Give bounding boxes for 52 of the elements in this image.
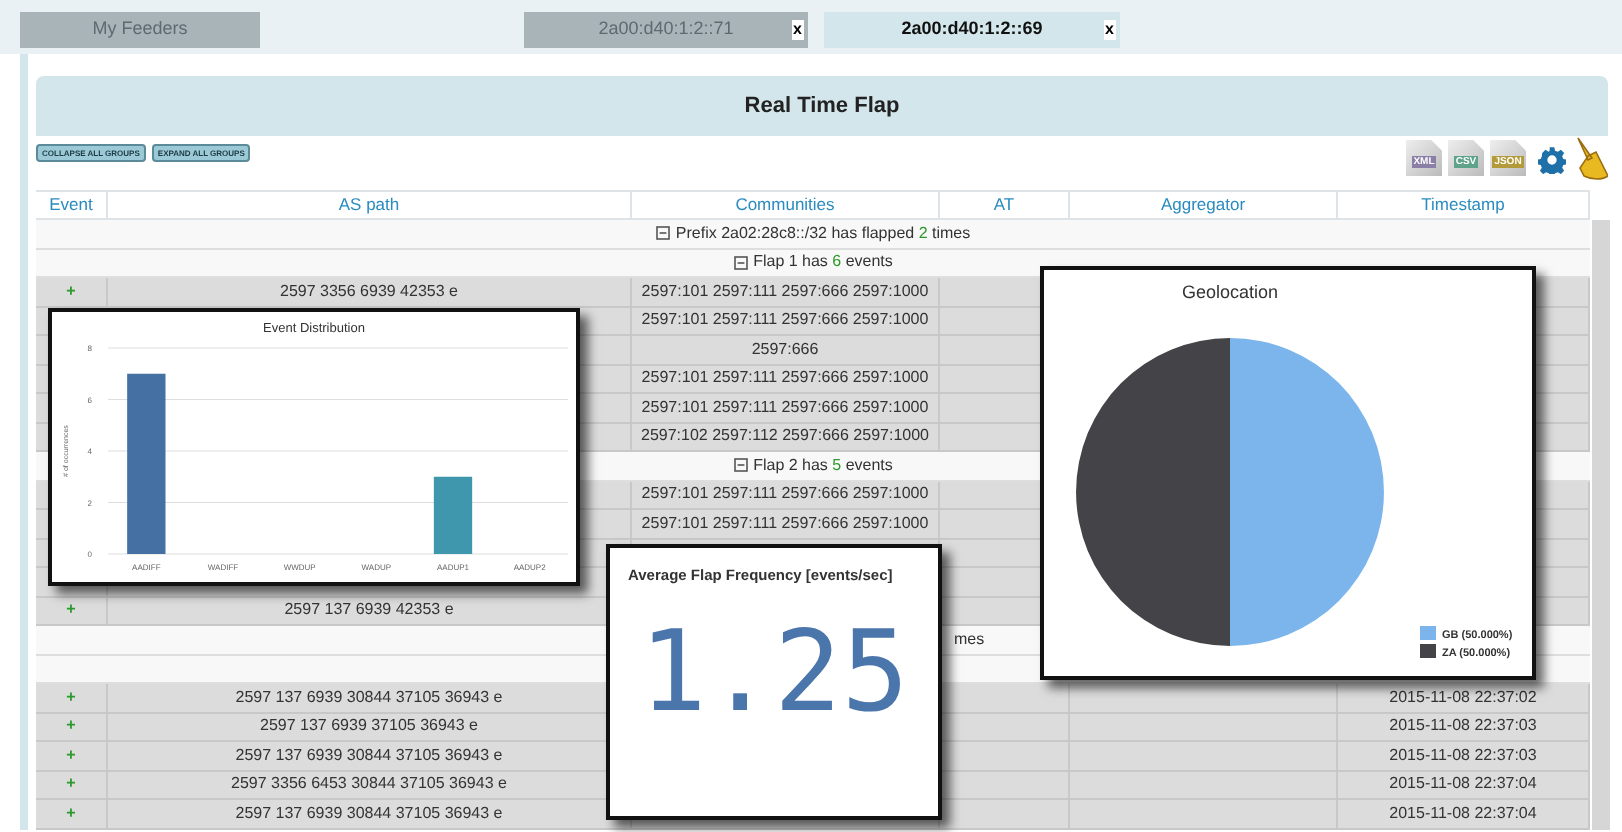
- scrollbar[interactable]: [1592, 220, 1610, 829]
- column-header[interactable]: AS path: [108, 190, 632, 220]
- tab[interactable]: 2a00:d40:1:2::69 x: [824, 12, 1120, 48]
- tab[interactable]: 2a00:d40:1:2::71 x: [524, 12, 808, 48]
- table-cell: 2597:666: [632, 336, 940, 365]
- table-cell[interactable]: +: [36, 684, 108, 713]
- table-cell[interactable]: +: [36, 742, 108, 771]
- tab[interactable]: My Feeders: [20, 12, 260, 48]
- broom-icon[interactable]: [1572, 136, 1608, 180]
- collapse-icon[interactable]: [733, 458, 748, 473]
- table-cell[interactable]: +: [36, 278, 108, 307]
- bar: [433, 476, 473, 554]
- column-header[interactable]: Event: [36, 190, 108, 220]
- group-title: Flap 2 has 5 events: [753, 453, 893, 478]
- close-button[interactable]: x: [1103, 20, 1116, 40]
- settings-icon[interactable]: [1538, 146, 1566, 174]
- column-header[interactable]: Communities: [632, 190, 940, 220]
- table-cell: 2015-11-08 22:37:04: [1338, 800, 1590, 829]
- table-cell: 2597:101 2597:111 2597:666 2597:1000: [632, 278, 940, 307]
- table-cell: 2015-11-08 22:37:04: [1338, 771, 1590, 800]
- chart-title: Geolocation: [1181, 282, 1279, 302]
- column-header[interactable]: Timestamp: [1338, 190, 1590, 220]
- collapse-icon[interactable]: [655, 226, 670, 241]
- table-cell: [940, 742, 1070, 771]
- table-cell: 2015-11-08 22:37:03: [1338, 713, 1590, 742]
- group-title: Prefix 2a02:28c8::/32 has flapped 2 times: [675, 221, 971, 246]
- group-title: Flap 1 has 6 events: [753, 250, 893, 275]
- stat-value: 1.25: [637, 618, 911, 731]
- table-cell: [940, 771, 1070, 800]
- panel-title: Real Time Flap: [36, 76, 1608, 136]
- close-button[interactable]: x: [791, 20, 804, 40]
- table-cell: [940, 713, 1070, 742]
- column-header[interactable]: Aggregator: [1070, 190, 1338, 220]
- collapse-icon[interactable]: [733, 255, 748, 270]
- table-cell: 2597:101 2597:111 2597:666 2597:1000: [632, 510, 940, 539]
- table-cell: 2015-11-08 22:37:02: [1338, 684, 1590, 713]
- table-cell[interactable]: +: [36, 771, 108, 800]
- column-header[interactable]: AT: [940, 190, 1070, 220]
- table-cell: 2597 3356 6939 42353 e: [108, 278, 632, 307]
- table-cell: 2597:101 2597:111 2597:666 2597:1000: [632, 481, 940, 510]
- table-cell: 2597:101 2597:111 2597:666 2597:1000: [632, 307, 940, 336]
- table-cell[interactable]: +: [36, 597, 108, 626]
- table-cell[interactable]: +: [36, 713, 108, 742]
- legend-swatch: [1420, 626, 1436, 640]
- table-cell: 2597:102 2597:112 2597:666 2597:1000: [632, 423, 940, 452]
- table-cell: [940, 800, 1070, 829]
- table-cell: 2015-11-08 22:37:03: [1338, 742, 1590, 771]
- table-cell: 2597:101 2597:111 2597:666 2597:1000: [632, 394, 940, 423]
- table-cell[interactable]: +: [36, 800, 108, 829]
- table-cell: 2597 137 6939 30844 37105 36943 e: [108, 800, 632, 829]
- table-cell: 2597:101 2597:111 2597:666 2597:1000: [632, 365, 940, 394]
- legend-swatch: [1420, 644, 1436, 658]
